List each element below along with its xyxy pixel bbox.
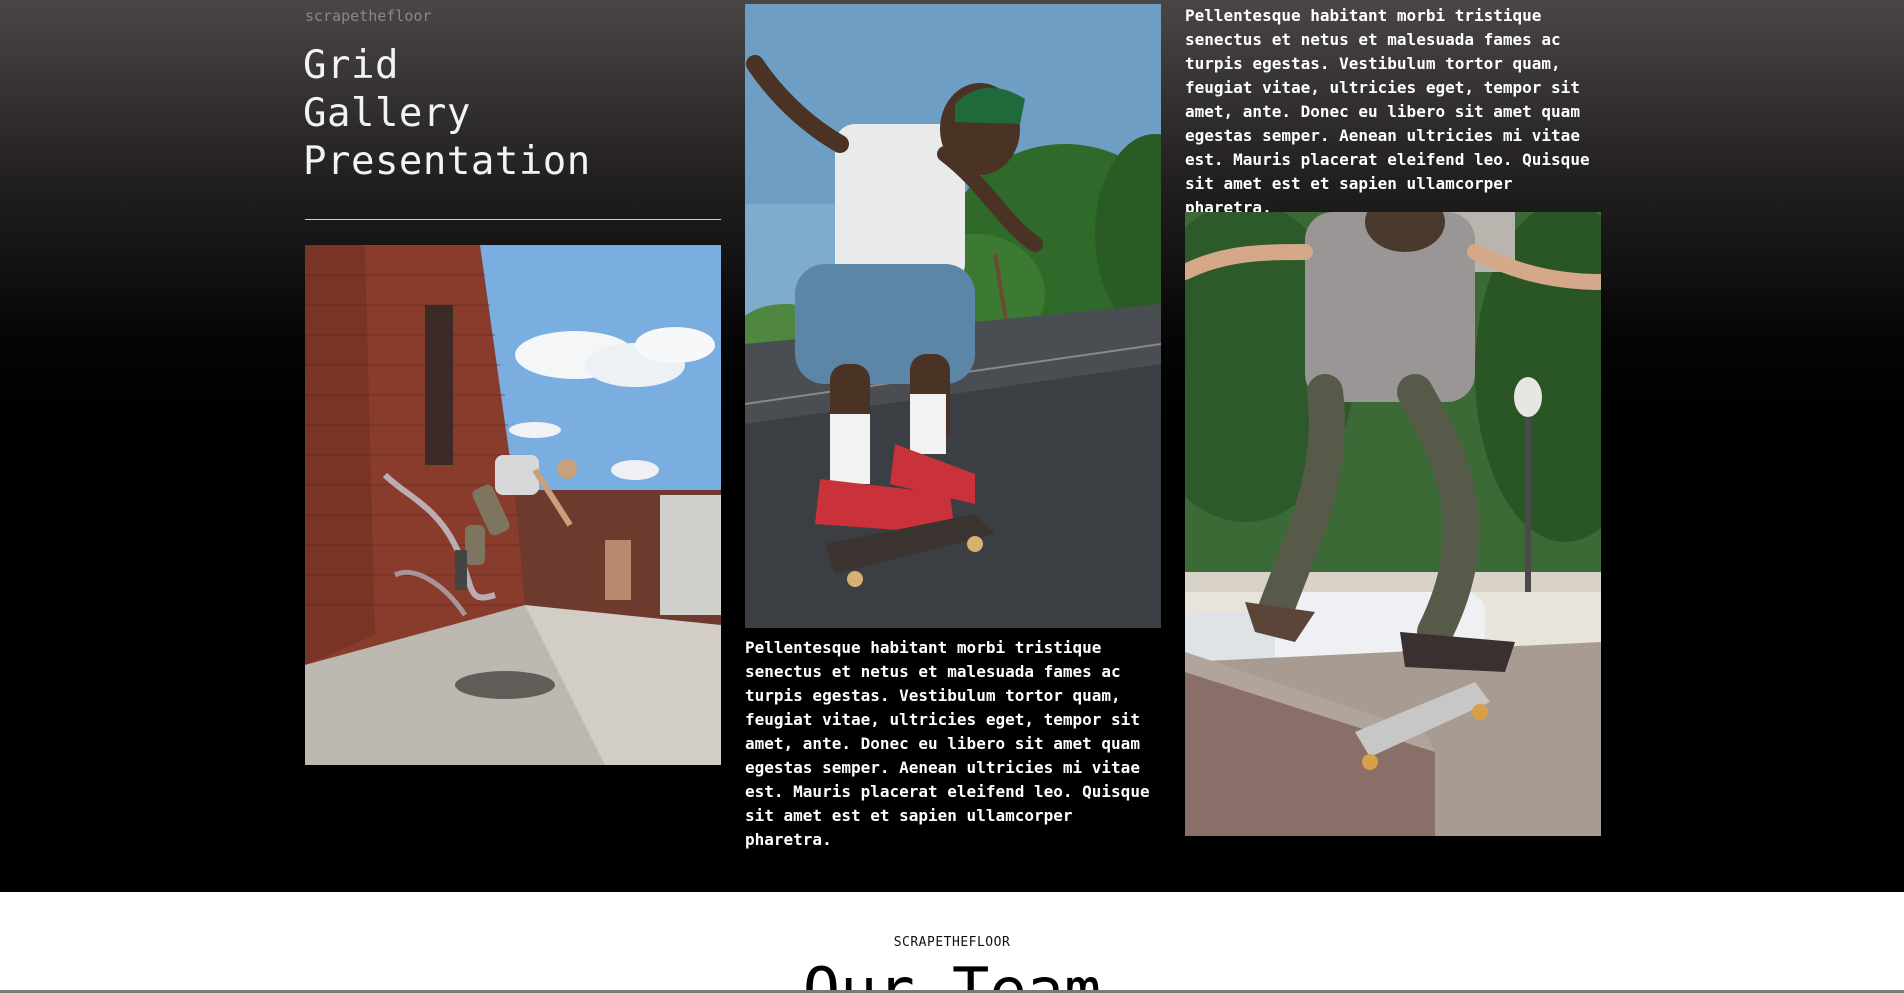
brand-label: scrapethefloor	[305, 7, 432, 25]
skateboarder-ollie-photo	[1185, 212, 1601, 836]
skateboarder-wallride-photo	[305, 245, 721, 765]
title-divider	[305, 219, 721, 220]
page-title: Grid Gallery Presentation	[303, 43, 591, 184]
gallery-paragraph-1: Pellentesque habitant morbi tristique se…	[745, 638, 1150, 849]
gallery-paragraph-2: Pellentesque habitant morbi tristique se…	[1185, 6, 1590, 217]
team-eyebrow: SCRAPETHEFLOOR	[893, 935, 1011, 950]
team-section: SCRAPETHEFLOOR Our Team	[0, 892, 1904, 993]
team-title: Our Team	[802, 954, 1102, 993]
gallery-section: scrapethefloor Grid Gallery Presentation	[0, 0, 1904, 892]
skateboarder-green-cap-photo	[745, 4, 1161, 628]
